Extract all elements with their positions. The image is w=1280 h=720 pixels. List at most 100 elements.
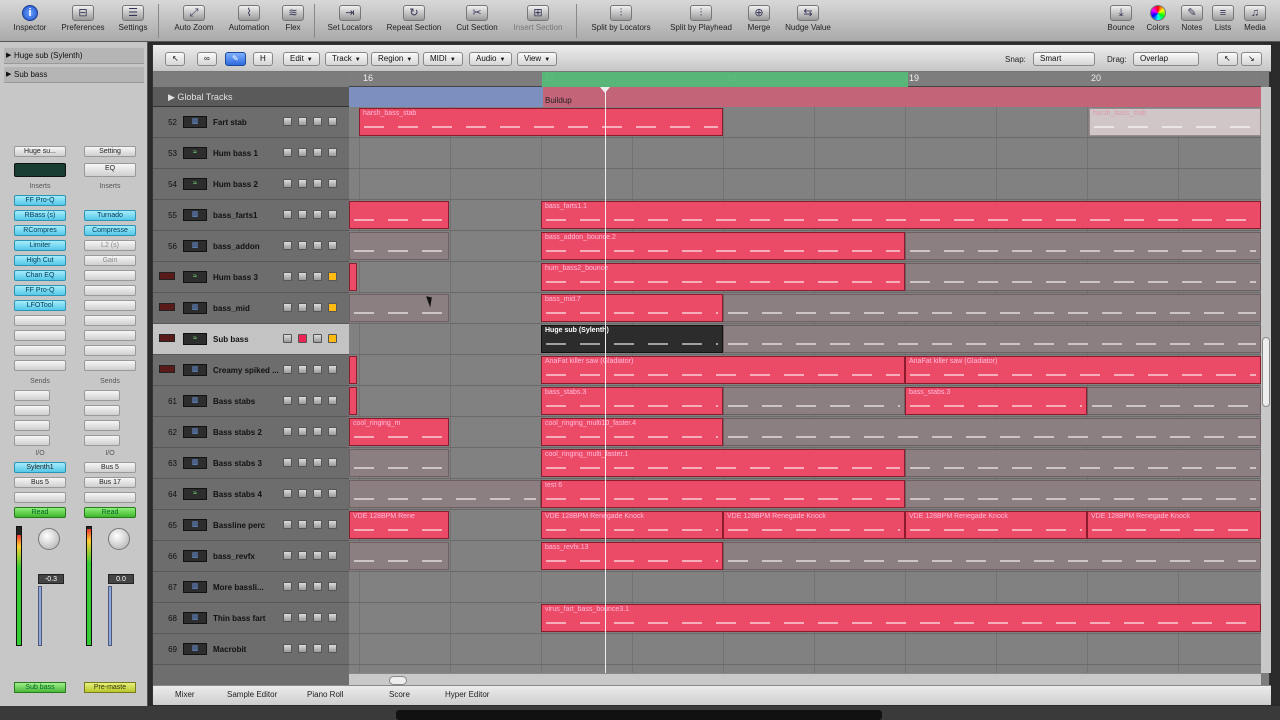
mute-button[interactable] [283, 551, 292, 560]
track-name[interactable]: Bass stabs 4 [213, 490, 287, 499]
track-header[interactable]: 54 ≈ Hum bass 2 [153, 169, 349, 200]
solo-button[interactable] [328, 148, 337, 157]
playhead[interactable] [605, 87, 606, 692]
track-header[interactable]: 63 ▥ Bass stabs 3 [153, 448, 349, 479]
mute-button[interactable] [283, 396, 292, 405]
track-name[interactable]: Hum bass 1 [213, 149, 287, 158]
insert-slot[interactable]: LFOTool [14, 300, 66, 311]
arrange-region[interactable] [349, 263, 357, 291]
insert-slot-empty[interactable]: - [14, 345, 66, 356]
arrange-region[interactable]: bass_revfx.13 [541, 542, 723, 570]
track-menu[interactable]: Track ▼ [325, 52, 368, 66]
insert-slot-empty[interactable]: - [84, 270, 136, 281]
bounce-button[interactable]: ⤓ Bounce [1104, 5, 1138, 32]
mute-button[interactable] [283, 241, 292, 250]
freeze-button[interactable] [313, 396, 322, 405]
insert-slot[interactable]: RCompres [14, 225, 66, 236]
arrange-region[interactable] [723, 325, 1261, 353]
catch-button[interactable]: ✎ [225, 52, 246, 66]
track-name[interactable]: Bass stabs 2 [213, 428, 287, 437]
colors-button[interactable]: Colors [1142, 5, 1174, 32]
midi-menu[interactable]: MIDI ▼ [423, 52, 463, 66]
solo-button[interactable] [328, 551, 337, 560]
mute-button[interactable] [283, 489, 292, 498]
record-enable-button[interactable] [298, 210, 307, 219]
mute-button[interactable] [283, 427, 292, 436]
record-enable-button[interactable] [298, 489, 307, 498]
split-by-locators-button[interactable]: ⫶ Split by Locators [584, 5, 658, 32]
solo-button[interactable] [328, 582, 337, 591]
track-header[interactable]: 52 ▥ Fart stab [153, 107, 349, 138]
send-slot[interactable]: - [84, 420, 120, 431]
track-header[interactable]: 53 ≈ Hum bass 1 [153, 138, 349, 169]
record-enable-button[interactable] [298, 272, 307, 281]
arrange-region[interactable] [1087, 387, 1261, 415]
tab-piano-roll[interactable]: Piano Roll [307, 690, 343, 699]
arrange-region[interactable] [349, 387, 357, 415]
send-slot[interactable]: - [14, 405, 50, 416]
region-menu[interactable]: Region ▼ [371, 52, 420, 66]
record-enable-button[interactable] [298, 613, 307, 622]
arrange-region[interactable] [905, 232, 1261, 260]
record-enable-button[interactable] [298, 179, 307, 188]
solo-button[interactable] [328, 427, 337, 436]
automation-mode-button[interactable]: Read [14, 507, 66, 518]
insert-slot-empty[interactable]: - [84, 345, 136, 356]
arrange-region[interactable] [723, 542, 1261, 570]
insert-slot[interactable]: Compresse [84, 225, 136, 236]
record-enable-button[interactable] [298, 303, 307, 312]
secondary-tool[interactable]: ↘ [1241, 52, 1262, 66]
arrange-region[interactable]: virus_fart_bass_bounce3.1 [541, 604, 1261, 632]
settings-button[interactable]: ☰ Settings [112, 5, 154, 32]
arrange-region[interactable]: AnaFat killer saw (Gladiator) [905, 356, 1261, 384]
record-enable-button[interactable] [298, 334, 307, 343]
eq-button[interactable]: EQ [84, 163, 136, 177]
track-header[interactable]: ≈ Sub bass [153, 324, 349, 355]
arrange-region[interactable] [349, 356, 357, 384]
cut-section-button[interactable]: ✂ Cut Section [450, 5, 504, 32]
send-slot[interactable]: - [14, 390, 50, 401]
arrange-region[interactable]: VDE 128BPM Renegade Knock [905, 511, 1087, 539]
channel-setting-button[interactable]: Setting [84, 146, 136, 157]
mute-button[interactable] [283, 210, 292, 219]
solo-button[interactable] [328, 303, 337, 312]
arrange-region[interactable] [349, 201, 449, 229]
eq-display[interactable] [14, 163, 66, 177]
lists-button[interactable]: ≡ Lists [1210, 5, 1236, 32]
automation-mode-button[interactable]: Read [84, 507, 136, 518]
freeze-button[interactable] [313, 551, 322, 560]
record-enable-button[interactable] [298, 396, 307, 405]
insert-slot-empty[interactable]: - [84, 360, 136, 371]
arrange-region[interactable] [905, 449, 1261, 477]
track-name[interactable]: Hum bass 2 [213, 180, 287, 189]
tab-hyper-editor[interactable]: Hyper Editor [445, 690, 489, 699]
audio-menu[interactable]: Audio ▼ [469, 52, 513, 66]
pointer-tool[interactable]: ↖ [1217, 52, 1238, 66]
freeze-button[interactable] [313, 148, 322, 157]
send-slot[interactable]: - [14, 435, 50, 446]
record-enable-button[interactable] [298, 520, 307, 529]
mute-button[interactable] [283, 365, 292, 374]
arrange-region[interactable] [905, 263, 1261, 291]
track-name[interactable]: Macrobit [213, 645, 287, 654]
marker-region-buildup[interactable] [543, 87, 1261, 107]
inspector-button[interactable]: i Inspector [10, 5, 50, 32]
arrange-region[interactable]: harsh_bass_stab [1089, 108, 1261, 136]
track-name[interactable]: Bass stabs [213, 397, 287, 406]
group-slot[interactable]: - [84, 492, 136, 503]
mute-button[interactable] [283, 117, 292, 126]
inspector-track-parameters[interactable]: ▶ Sub bass [4, 67, 144, 83]
drag-select[interactable]: Overlap [1133, 52, 1199, 66]
back-button[interactable]: ↖ [165, 52, 185, 66]
merge-button[interactable]: ⊕ Merge [744, 5, 774, 32]
arrange-region[interactable]: cool_ringing_multi_faster.1 [541, 449, 905, 477]
insert-slot[interactable]: L2 (s) [84, 240, 136, 251]
insert-slot-empty[interactable]: - [14, 330, 66, 341]
track-name[interactable]: Thin bass fart [213, 614, 287, 623]
record-enable-button[interactable] [298, 458, 307, 467]
arrange-region[interactable] [349, 232, 449, 260]
solo-button[interactable] [328, 179, 337, 188]
insert-slot[interactable]: RBass (s) [14, 210, 66, 221]
solo-button[interactable] [328, 489, 337, 498]
record-enable-button[interactable] [298, 582, 307, 591]
